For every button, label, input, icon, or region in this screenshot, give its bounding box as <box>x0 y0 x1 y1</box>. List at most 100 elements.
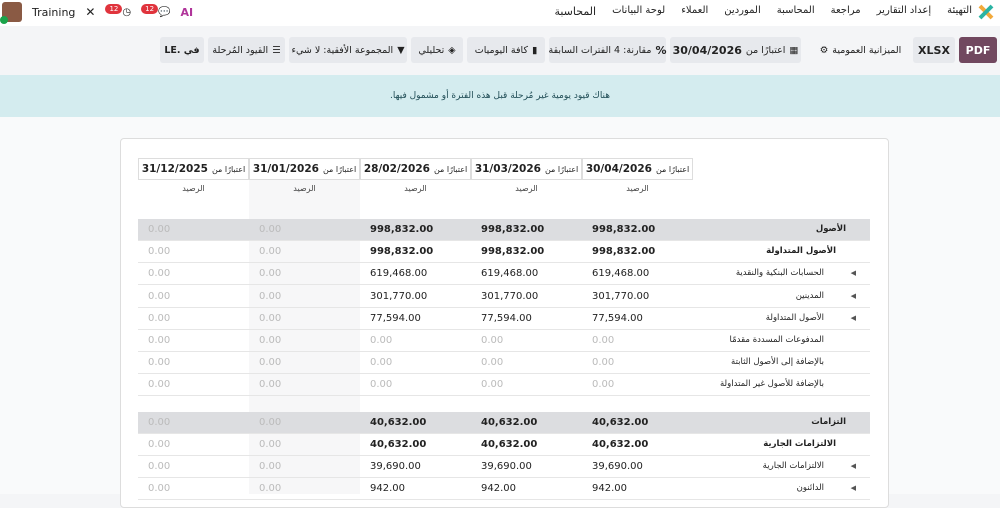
analytic-filter[interactable]: ◈ تحليلي <box>411 37 463 63</box>
comparison-filter[interactable]: % مقارنة: 4 الفترات السابقة <box>549 37 666 63</box>
line-value[interactable]: 0.00 <box>259 417 281 428</box>
line-value[interactable]: 619,468.00 <box>592 268 649 279</box>
messages-button[interactable]: 12 💬 <box>141 3 171 18</box>
line-value[interactable]: 942.00 <box>481 483 516 494</box>
gear-icon[interactable]: ⚙ <box>820 45 829 56</box>
menu-vendors[interactable]: الموردين <box>724 5 760 18</box>
line-value[interactable]: 0.00 <box>259 357 281 368</box>
line-value[interactable]: 0.00 <box>592 357 614 368</box>
line-value[interactable]: 77,594.00 <box>481 313 532 324</box>
line-value[interactable]: 77,594.00 <box>370 313 421 324</box>
caret-left-icon[interactable]: ◀ <box>851 484 856 492</box>
report-line[interactable]: الحسابات البنكية والنقدية ◀ 619,468.00 619,… <box>138 263 870 285</box>
menu-reporting[interactable]: إعداد التقارير <box>877 5 931 18</box>
line-value[interactable]: 39,690.00 <box>481 461 532 472</box>
menu-review[interactable]: مراجعة <box>831 5 861 18</box>
tools-icon[interactable]: ✕ <box>85 5 95 19</box>
line-value[interactable]: 998,832.00 <box>592 224 655 235</box>
line-value[interactable]: 0.00 <box>148 224 170 235</box>
report-line[interactable]: الأصول المتداولة 998,832.00 998,832.00 998,… <box>138 241 870 263</box>
line-value[interactable]: 0.00 <box>259 313 281 324</box>
report-line[interactable]: الأصول 998,832.00 998,832.00 998,832.00 0.00… <box>138 219 870 241</box>
menu-accounting[interactable]: المحاسبة <box>777 5 815 18</box>
report-selector[interactable]: الميزانية العمومية ⚙ <box>812 37 909 63</box>
line-value[interactable]: 0.00 <box>370 357 392 368</box>
journals-filter[interactable]: ▮ كافة اليوميات <box>467 37 545 63</box>
line-value[interactable]: 0.00 <box>148 291 170 302</box>
line-value[interactable]: 0.00 <box>148 461 170 472</box>
avatar[interactable] <box>0 2 22 24</box>
menu-app[interactable]: المحاسبة <box>554 5 596 18</box>
report-line[interactable]: الالتزامات الجارية ◀ 39,690.00 39,690.00 39,… <box>138 456 870 478</box>
report-line[interactable]: الالتزامات الجارية 40,632.00 40,632.00 40,6… <box>138 434 870 456</box>
line-value[interactable]: 0.00 <box>481 335 503 346</box>
column-header[interactable]: اعتبارًا من 30/04/2026 <box>582 158 693 180</box>
caret-left-icon[interactable]: ◀ <box>851 314 856 322</box>
line-value[interactable]: 0.00 <box>370 379 392 390</box>
line-value[interactable]: 0.00 <box>259 379 281 390</box>
line-value[interactable]: 0.00 <box>259 291 281 302</box>
line-value[interactable]: 0.00 <box>148 417 170 428</box>
line-value[interactable]: 0.00 <box>592 335 614 346</box>
menu-dashboard[interactable]: لوحة البيانات <box>612 5 665 18</box>
line-value[interactable]: 0.00 <box>148 268 170 279</box>
line-value[interactable]: 0.00 <box>259 335 281 346</box>
horizontal-group-filter[interactable]: ▼ المجموعة الأفقية: لا شيء <box>289 37 407 63</box>
line-value[interactable]: 998,832.00 <box>370 246 433 257</box>
line-value[interactable]: 942.00 <box>370 483 405 494</box>
line-value[interactable]: 0.00 <box>148 483 170 494</box>
line-value[interactable]: 0.00 <box>481 379 503 390</box>
line-value[interactable]: 998,832.00 <box>481 246 544 257</box>
line-value[interactable]: 39,690.00 <box>592 461 643 472</box>
column-header[interactable]: اعتبارًا من 31/01/2026 <box>249 158 360 180</box>
menu-configuration[interactable]: التهيئة <box>947 5 972 18</box>
line-value[interactable]: 0.00 <box>148 313 170 324</box>
date-filter[interactable]: ▦ اعتبارًا من 30/04/2026 <box>670 37 801 63</box>
caret-left-icon[interactable]: ◀ <box>851 462 856 470</box>
caret-left-icon[interactable]: ◀ <box>851 292 856 300</box>
line-value[interactable]: 619,468.00 <box>370 268 427 279</box>
report-line[interactable]: المدفوعات المسددة مقدمًا 0.00 0.00 0.00 0.00… <box>138 330 870 352</box>
line-value[interactable]: 998,832.00 <box>592 246 655 257</box>
line-value[interactable]: 0.00 <box>148 357 170 368</box>
line-value[interactable]: 942.00 <box>592 483 627 494</box>
line-value[interactable]: 0.00 <box>148 379 170 390</box>
line-value[interactable]: 40,632.00 <box>592 417 648 428</box>
line-value[interactable]: 0.00 <box>259 483 281 494</box>
line-value[interactable]: 301,770.00 <box>370 291 427 302</box>
report-line[interactable]: بالإضافة للأصول غير المتداولة 0.00 0.00 0.0… <box>138 374 870 396</box>
line-value[interactable]: 998,832.00 <box>481 224 544 235</box>
line-value[interactable]: 77,594.00 <box>592 313 643 324</box>
line-value[interactable]: 0.00 <box>148 246 170 257</box>
currency-filter[interactable]: في .LE <box>160 37 204 63</box>
line-value[interactable]: 619,468.00 <box>481 268 538 279</box>
line-value[interactable]: 0.00 <box>259 439 281 450</box>
pdf-button[interactable]: PDF <box>959 37 997 63</box>
line-value[interactable]: 40,632.00 <box>370 417 426 428</box>
report-line[interactable]: الدائنون ◀ 942.00 942.00 942.00 0.00 0.00 <box>138 478 870 500</box>
report-line[interactable]: بالإضافة إلى الأصول الثابتة 0.00 0.00 0.00 0… <box>138 352 870 374</box>
line-value[interactable]: 0.00 <box>592 379 614 390</box>
posted-entries-filter[interactable]: ☰ القيود المُرحلة <box>208 37 285 63</box>
company-name[interactable]: Training <box>32 6 75 19</box>
line-value[interactable]: 0.00 <box>148 335 170 346</box>
line-value[interactable]: 40,632.00 <box>481 417 537 428</box>
report-line[interactable]: التزامات 40,632.00 40,632.00 40,632.00 0.00 0… <box>138 412 870 434</box>
line-value[interactable]: 40,632.00 <box>481 439 537 450</box>
line-value[interactable]: 998,832.00 <box>370 224 433 235</box>
accounting-logo-icon[interactable] <box>978 4 994 20</box>
xlsx-button[interactable]: XLSX <box>913 37 955 63</box>
line-value[interactable]: 0.00 <box>259 224 281 235</box>
column-header[interactable]: اعتبارًا من 28/02/2026 <box>360 158 471 180</box>
line-value[interactable]: 40,632.00 <box>592 439 648 450</box>
caret-left-icon[interactable]: ◀ <box>851 269 856 277</box>
line-value[interactable]: 0.00 <box>148 439 170 450</box>
activity-button[interactable]: 12 ◷ <box>105 3 131 18</box>
ai-button[interactable]: AI <box>181 6 194 19</box>
report-line[interactable]: المدينين ◀ 301,770.00 301,770.00 301,770.00 0… <box>138 286 870 308</box>
report-line[interactable]: الأصول المتداولة ◀ 77,594.00 77,594.00 77,59… <box>138 308 870 330</box>
line-value[interactable]: 301,770.00 <box>592 291 649 302</box>
line-value[interactable]: 0.00 <box>259 268 281 279</box>
menu-customers[interactable]: العملاء <box>681 5 708 18</box>
line-value[interactable]: 0.00 <box>259 246 281 257</box>
